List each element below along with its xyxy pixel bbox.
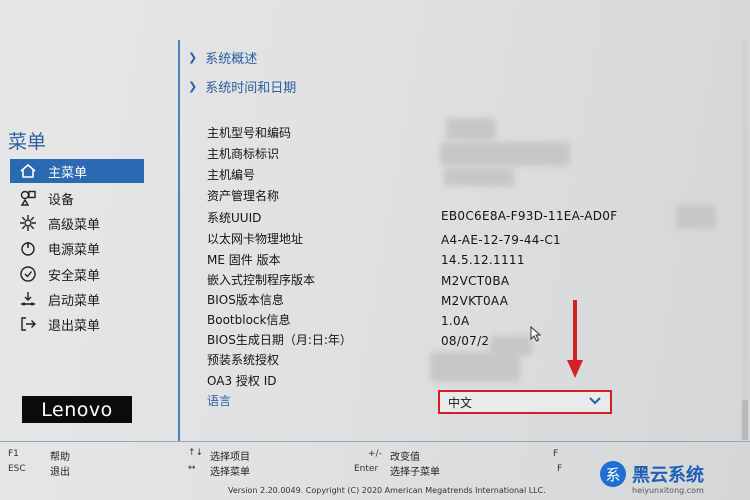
info-label: BIOS生成日期（月:日:年） (207, 333, 352, 347)
security-icon (18, 264, 38, 284)
sidebar-divider (178, 40, 180, 442)
sidebar-item-label: 退出菜单 (48, 318, 101, 334)
mouse-cursor-icon (530, 325, 542, 346)
key-hint-desc: 改变值 (390, 452, 420, 463)
key-hint: ↔ (188, 463, 196, 473)
sidebar-item-label: 电源菜单 (48, 242, 101, 258)
version-info: Version 2.20.0049. Copyright (C) 2020 Am… (228, 486, 546, 495)
redacted-area (446, 118, 496, 140)
bios-screen: ❯ 系统概述 ❯ 系统时间和日期 菜单 主菜单 设备 高级菜单 电源菜单 安全菜… (0, 0, 750, 500)
info-label: 主机编号 (207, 168, 256, 182)
sidebar-item-label: 启动菜单 (48, 293, 101, 309)
sidebar-item-label: 安全菜单 (48, 268, 101, 284)
key-hint: ESC (8, 464, 26, 474)
info-label: 资产管理名称 (207, 189, 280, 203)
link-system-overview[interactable]: ❯ 系统概述 (188, 48, 257, 67)
redacted-area (430, 352, 520, 382)
link-label: 系统时间和日期 (205, 81, 297, 96)
key-hint: F (553, 449, 559, 459)
advanced-icon (18, 213, 38, 233)
redacted-area (444, 168, 514, 186)
link-system-time-date[interactable]: ❯ 系统时间和日期 (188, 77, 296, 96)
key-hint-desc: 退出 (50, 467, 70, 478)
key-hint: Enter (354, 464, 379, 474)
info-label: 以太网卡物理地址 (207, 232, 304, 246)
info-label: OA3 授权 ID (207, 374, 277, 388)
sidebar-item-advanced[interactable]: 高级菜单 (10, 211, 144, 235)
info-label: 系统UUID (207, 211, 262, 225)
watermark-text: 黑云系统 (632, 465, 704, 486)
redacted-area (676, 205, 716, 229)
info-label: 嵌入式控制程序版本 (207, 273, 316, 287)
key-hint-desc: 选择菜单 (210, 467, 250, 478)
sidebar-item-main[interactable]: 主菜单 (10, 159, 144, 183)
sidebar-item-boot[interactable]: 启动菜单 (10, 287, 144, 311)
home-icon (18, 161, 38, 181)
lenovo-logo: Lenovo (22, 396, 132, 423)
language-select[interactable]: 中文 (438, 390, 612, 414)
power-icon (18, 238, 38, 258)
sidebar-item-label: 设备 (48, 192, 75, 208)
info-label: BIOS版本信息 (207, 293, 284, 307)
key-hint-desc: 帮助 (50, 452, 70, 463)
sidebar-item-label: 主菜单 (48, 165, 88, 181)
language-label: 语言 (207, 394, 232, 408)
info-label: ME 固件 版本 (207, 253, 281, 267)
annotation-arrow-head (567, 360, 583, 378)
language-selected-value: 中文 (448, 395, 473, 410)
sidebar-item-devices[interactable]: 设备 (10, 186, 144, 210)
bios-date-value: 08/07/2 (441, 334, 490, 348)
key-hint: ↑↓ (188, 448, 204, 458)
redacted-area (440, 142, 570, 166)
watermark-logo-icon: 系 (600, 461, 626, 487)
ec-version-value: M2VCT0BA (441, 274, 510, 288)
mac-value: A4-AE-12-79-44-C1 (441, 233, 561, 247)
boot-icon (18, 289, 38, 309)
scrollbar-thumb[interactable] (742, 400, 748, 440)
key-hint-desc: 选择子菜单 (390, 467, 440, 478)
key-hint: F1 (8, 449, 19, 459)
sidebar-item-label: 高级菜单 (48, 217, 101, 233)
sidebar-item-security[interactable]: 安全菜单 (10, 262, 144, 286)
sidebar-item-power[interactable]: 电源菜单 (10, 236, 144, 260)
bios-version-value: M2VKT0AA (441, 294, 509, 308)
chevron-down-icon (588, 395, 602, 409)
info-label: Bootblock信息 (207, 313, 291, 327)
key-hint: +/- (368, 449, 382, 459)
sidebar-item-exit[interactable]: 退出菜单 (10, 312, 144, 336)
watermark-url: heiyunxitong.com (632, 486, 704, 495)
scrollbar-track[interactable] (742, 40, 748, 440)
chevron-right-icon: ❯ (188, 51, 198, 64)
devices-icon (18, 188, 38, 208)
annotation-arrow-shaft (573, 300, 577, 362)
info-label: 预装系统授权 (207, 353, 280, 367)
link-label: 系统概述 (205, 52, 258, 67)
bootblock-value: 1.0A (441, 314, 470, 328)
chevron-right-icon: ❯ (188, 80, 198, 93)
info-label: 主机型号和编码 (207, 126, 292, 140)
key-hint: F (557, 464, 563, 474)
me-firmware-value: 14.5.12.1111 (441, 253, 525, 267)
key-hint-desc: 选择项目 (210, 452, 250, 463)
uuid-value: EB0C6E8A-F93D-11EA-AD0F (441, 209, 618, 223)
menu-title: 菜单 (8, 131, 47, 153)
exit-icon (18, 314, 38, 334)
footer-divider (0, 441, 750, 442)
info-label: 主机商标标识 (207, 147, 280, 161)
